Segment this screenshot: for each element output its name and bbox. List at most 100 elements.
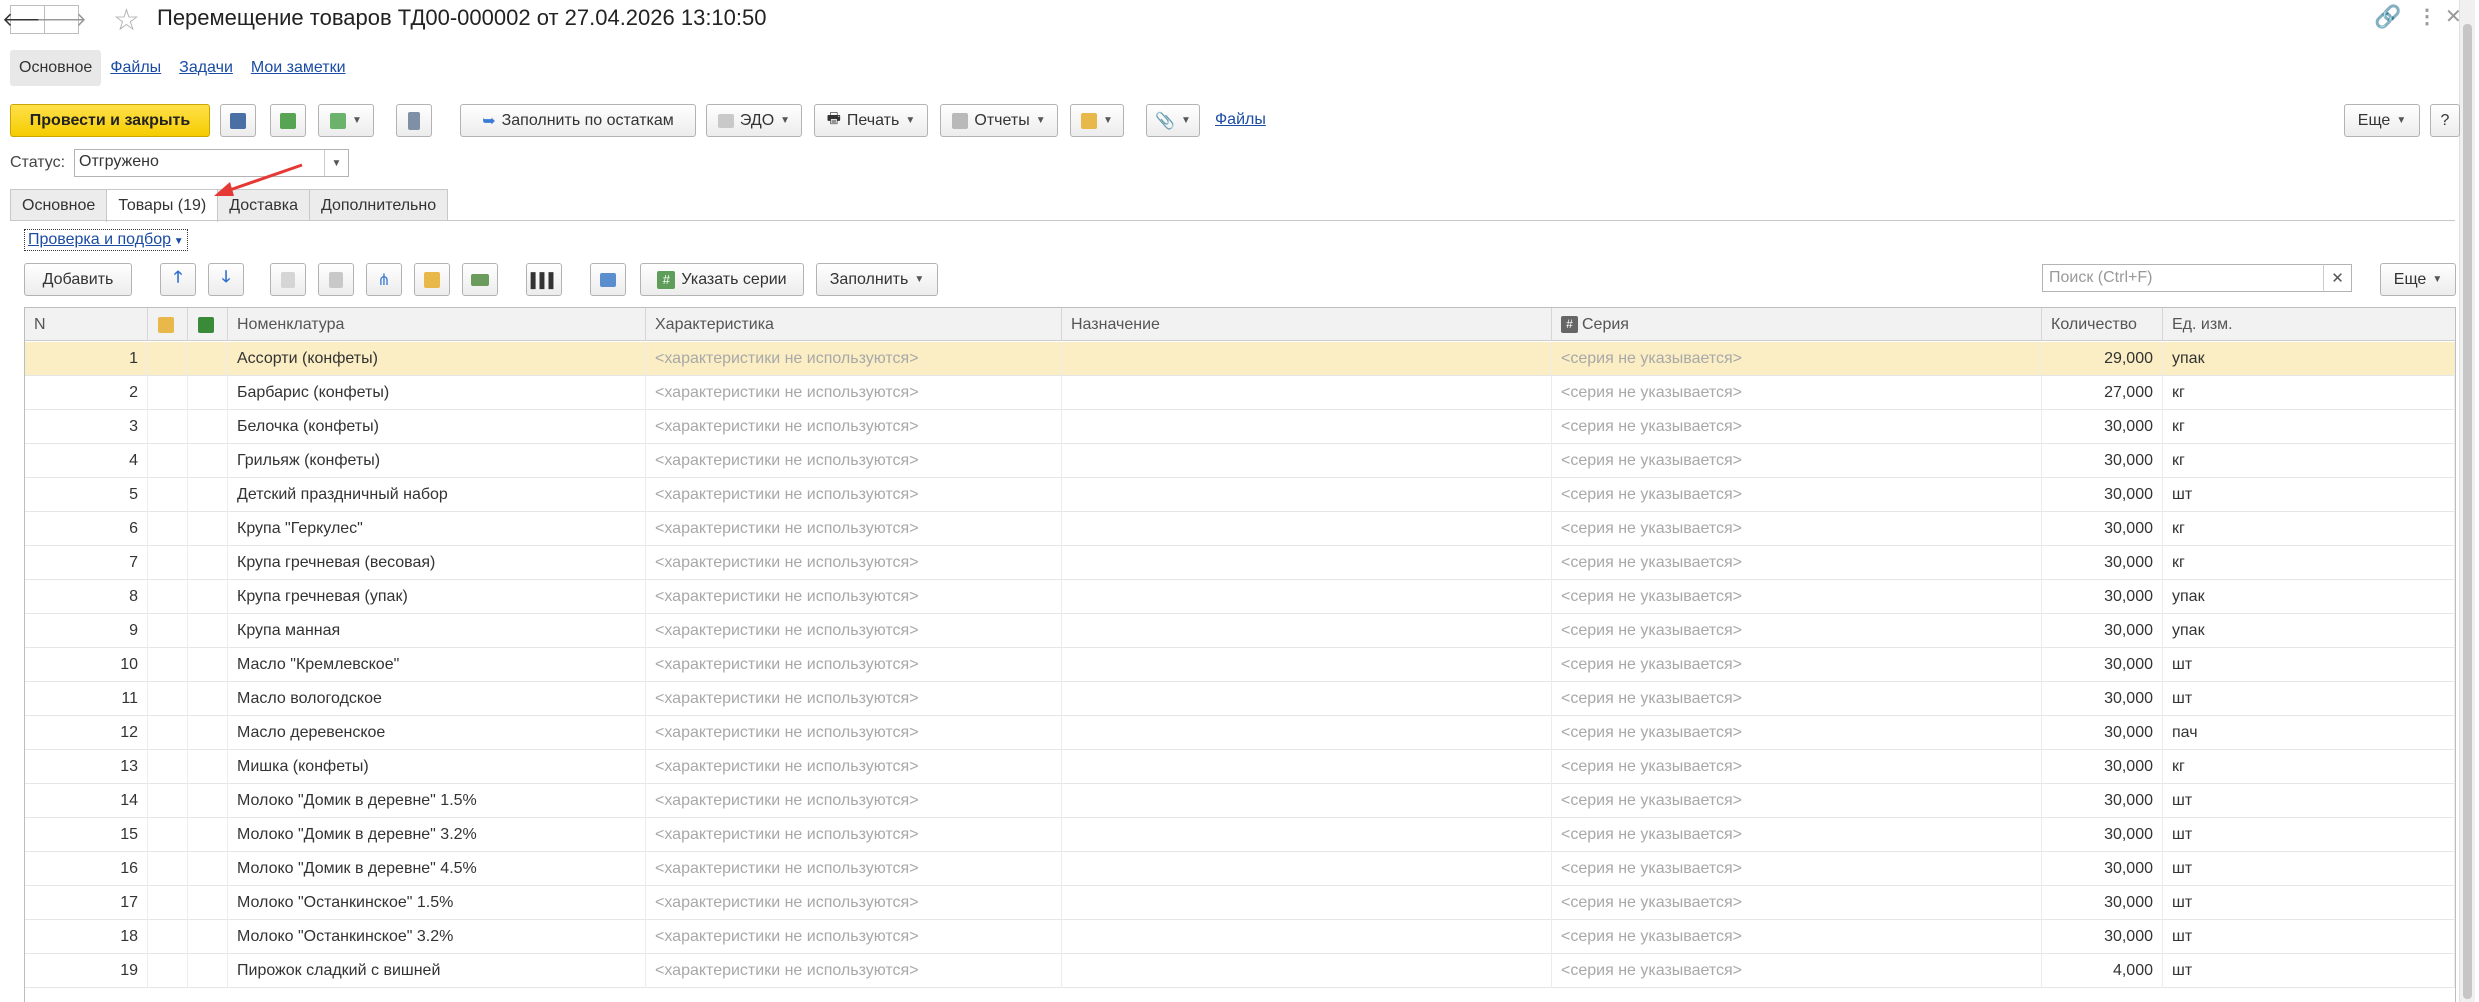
cell-name[interactable]: Молоко "Домик в деревне" 3.2%	[228, 818, 646, 852]
cell-unit[interactable]: пач	[2163, 716, 2455, 750]
cell-series[interactable]: <серия не указывается>	[1552, 512, 2042, 546]
cell-empty[interactable]	[188, 818, 228, 852]
cell-empty[interactable]	[188, 410, 228, 444]
cell-series[interactable]: <серия не указывается>	[1552, 342, 2042, 376]
cell-char[interactable]: <характеристики не используются>	[646, 886, 1062, 920]
cell-empty[interactable]	[188, 920, 228, 954]
form-tab-additional[interactable]: Дополнительно	[308, 189, 449, 221]
cell-n[interactable]: 17	[25, 886, 148, 920]
cell-empty[interactable]	[148, 614, 188, 648]
cell-char[interactable]: <характеристики не используются>	[646, 614, 1062, 648]
cell-unit[interactable]: упак	[2163, 342, 2455, 376]
check-button[interactable]	[590, 263, 626, 296]
table-row[interactable]: 9 Крупа манная <характеристики не использу…	[25, 614, 2455, 648]
cell-qty[interactable]: 4,000	[2042, 954, 2163, 988]
tab-files[interactable]: Файлы	[101, 50, 170, 86]
cell-empty[interactable]	[188, 546, 228, 580]
cell-series[interactable]: <серия не указывается>	[1552, 410, 2042, 444]
cell-char[interactable]: <характеристики не используются>	[646, 478, 1062, 512]
cell-unit[interactable]: кг	[2163, 410, 2455, 444]
cell-n[interactable]: 15	[25, 818, 148, 852]
cell-char[interactable]: <характеристики не используются>	[646, 750, 1062, 784]
cell-char[interactable]: <характеристики не используются>	[646, 784, 1062, 818]
cell-n[interactable]: 3	[25, 410, 148, 444]
cell-char[interactable]: <характеристики не используются>	[646, 546, 1062, 580]
table-row[interactable]: 13 Мишка (конфеты) <характеристики не испо…	[25, 750, 2455, 784]
cell-empty[interactable]	[148, 886, 188, 920]
cell-name[interactable]: Масло деревенское	[228, 716, 646, 750]
cell-empty[interactable]	[148, 954, 188, 988]
cell-empty[interactable]	[148, 750, 188, 784]
cell-purpose[interactable]	[1062, 954, 1552, 988]
link-icon[interactable]: 🔗	[2374, 4, 2401, 30]
cell-empty[interactable]	[148, 410, 188, 444]
cell-series[interactable]: <серия не указывается>	[1552, 546, 2042, 580]
cell-empty[interactable]	[148, 444, 188, 478]
column-header-warehouse-icon[interactable]	[148, 308, 188, 341]
cell-char[interactable]: <характеристики не используются>	[646, 410, 1062, 444]
tab-main[interactable]: Основное	[10, 50, 102, 86]
cell-empty[interactable]	[188, 342, 228, 376]
cell-empty[interactable]	[148, 546, 188, 580]
cell-unit[interactable]: шт	[2163, 682, 2455, 716]
cell-empty[interactable]	[188, 478, 228, 512]
cell-name[interactable]: Крупа гречневая (упак)	[228, 580, 646, 614]
cell-qty[interactable]: 27,000	[2042, 376, 2163, 410]
cell-unit[interactable]: шт	[2163, 784, 2455, 818]
column-header-quantity[interactable]: Количество	[2042, 308, 2163, 341]
move-up-button[interactable]: 🡑	[160, 263, 196, 296]
cell-qty[interactable]: 30,000	[2042, 750, 2163, 784]
cell-n[interactable]: 19	[25, 954, 148, 988]
cell-n[interactable]: 1	[25, 342, 148, 376]
split-row-button[interactable]: ⋔	[366, 263, 402, 296]
cell-purpose[interactable]	[1062, 410, 1552, 444]
cell-n[interactable]: 11	[25, 682, 148, 716]
forward-button[interactable]: 🡒	[36, 5, 87, 34]
more-actions-icon[interactable]: ⋮	[2417, 4, 2437, 29]
cell-empty[interactable]	[188, 682, 228, 716]
table-row[interactable]: 6 Крупа "Геркулес" <характеристики не испо…	[25, 512, 2455, 546]
cell-qty[interactable]: 30,000	[2042, 614, 2163, 648]
specify-series-button[interactable]: # Указать серии	[640, 263, 804, 296]
cell-empty[interactable]	[148, 920, 188, 954]
cell-unit[interactable]: кг	[2163, 512, 2455, 546]
post-and-close-button[interactable]: Провести и закрыть	[10, 104, 210, 137]
cell-name[interactable]: Масло вологодское	[228, 682, 646, 716]
cell-empty[interactable]	[188, 648, 228, 682]
column-header-purpose[interactable]: Назначение	[1062, 308, 1552, 341]
cell-qty[interactable]: 30,000	[2042, 852, 2163, 886]
cell-empty[interactable]	[188, 852, 228, 886]
cell-purpose[interactable]	[1062, 920, 1552, 954]
cell-unit[interactable]: кг	[2163, 546, 2455, 580]
cell-empty[interactable]	[188, 614, 228, 648]
cell-unit[interactable]: кг	[2163, 750, 2455, 784]
cell-name[interactable]: Мишка (конфеты)	[228, 750, 646, 784]
selection-button[interactable]	[462, 263, 498, 296]
cell-empty[interactable]	[188, 512, 228, 546]
cell-empty[interactable]	[148, 648, 188, 682]
cell-n[interactable]: 13	[25, 750, 148, 784]
table-row[interactable]: 7 Крупа гречневая (весовая) <характеристик…	[25, 546, 2455, 580]
column-header-unit[interactable]: Ед. изм.	[2163, 308, 2455, 341]
cell-empty[interactable]	[148, 580, 188, 614]
status-dropdown-button[interactable]: ▼	[324, 150, 348, 176]
search-input[interactable]: Поиск (Ctrl+F)	[2042, 264, 2352, 292]
reports-button[interactable]: Отчеты ▼	[940, 104, 1058, 137]
cell-name[interactable]: Крупа манная	[228, 614, 646, 648]
fill-by-stock-button[interactable]: ➥ Заполнить по остаткам	[460, 104, 696, 137]
cell-series[interactable]: <серия не указывается>	[1552, 580, 2042, 614]
cell-n[interactable]: 4	[25, 444, 148, 478]
cell-series[interactable]: <серия не указывается>	[1552, 852, 2042, 886]
cell-purpose[interactable]	[1062, 784, 1552, 818]
fill-button[interactable]: Заполнить ▼	[816, 263, 938, 296]
cell-n[interactable]: 8	[25, 580, 148, 614]
cell-n[interactable]: 5	[25, 478, 148, 512]
cell-empty[interactable]	[188, 750, 228, 784]
cell-series[interactable]: <серия не указывается>	[1552, 954, 2042, 988]
cell-empty[interactable]	[188, 954, 228, 988]
cell-purpose[interactable]	[1062, 580, 1552, 614]
cell-qty[interactable]: 30,000	[2042, 784, 2163, 818]
delete-row-button[interactable]	[318, 263, 354, 296]
move-down-button[interactable]: 🡓	[208, 263, 244, 296]
cell-qty[interactable]: 30,000	[2042, 920, 2163, 954]
